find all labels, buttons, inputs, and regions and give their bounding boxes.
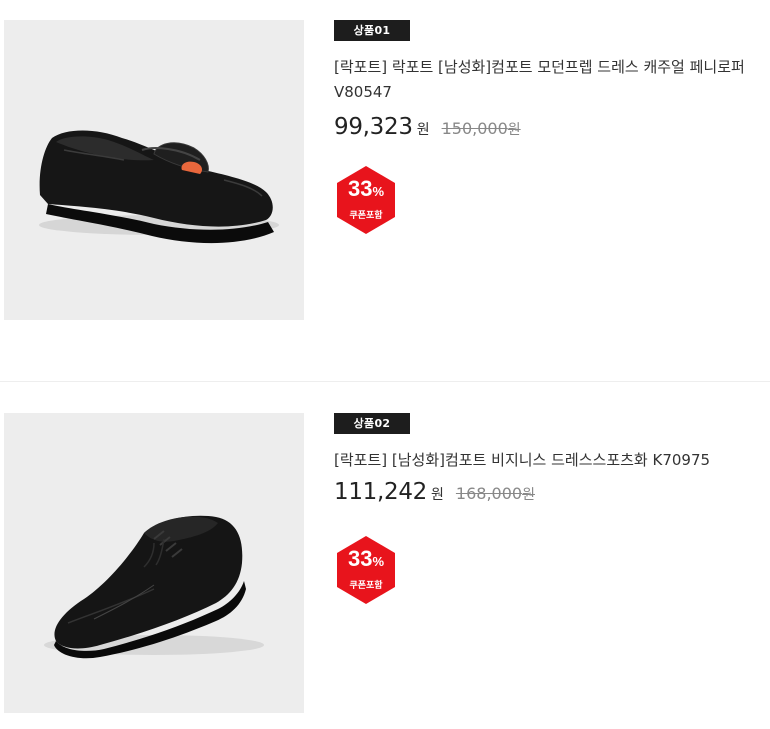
discount-percent-sign: % (372, 554, 385, 569)
sale-price: 99,323 (334, 114, 413, 140)
product-image-derby[interactable] (4, 413, 304, 713)
original-price-unit: 원 (507, 122, 521, 138)
original-price-unit: 원 (522, 487, 535, 503)
discount-rate: 33% (332, 548, 400, 570)
discount-number: 33 (347, 176, 373, 201)
sale-price: 111,242 (334, 479, 428, 505)
product-divider (0, 381, 770, 382)
coupon-included-label: 쿠폰포함 (349, 581, 383, 591)
sale-price-unit: 원 (416, 122, 430, 138)
product-title[interactable]: [락포트] [남성화]컴포트 비지니스 드레스스포츠화 K70975 (334, 448, 764, 473)
product-card-2[interactable]: 상품02 [락포트] [남성화]컴포트 비지니스 드레스스포츠화 K70975 … (0, 393, 770, 713)
discount-rate: 33% (332, 178, 400, 200)
rank-badge: 상품02 (334, 413, 410, 434)
product-image-loafer[interactable] (4, 20, 304, 320)
sale-price-unit: 원 (431, 487, 444, 503)
discount-badge: 33% 쿠폰포함 (332, 166, 400, 234)
discount-number: 33 (347, 546, 373, 571)
penny-loafer-shoe-image (39, 130, 279, 244)
discount-percent-sign: % (372, 184, 385, 199)
original-price: 150,000 (441, 119, 508, 138)
product-card-1[interactable]: 상품01 [락포트] 락포트 [남성화]컴포트 모던프렙 드레스 캐주얼 페니로… (0, 0, 770, 320)
product-title[interactable]: [락포트] 락포트 [남성화]컴포트 모던프렙 드레스 캐주얼 페니로퍼 V80… (334, 55, 764, 105)
rank-badge: 상품01 (334, 20, 410, 41)
discount-badge: 33% 쿠폰포함 (332, 536, 400, 604)
coupon-included-label: 쿠폰포함 (349, 211, 383, 221)
derby-shoe-image (44, 515, 264, 659)
original-price: 168,000 (455, 484, 523, 503)
price-row: 111,242 원 168,000 원 (334, 479, 535, 513)
price-row: 99,323 원 150,000 원 (334, 114, 521, 148)
